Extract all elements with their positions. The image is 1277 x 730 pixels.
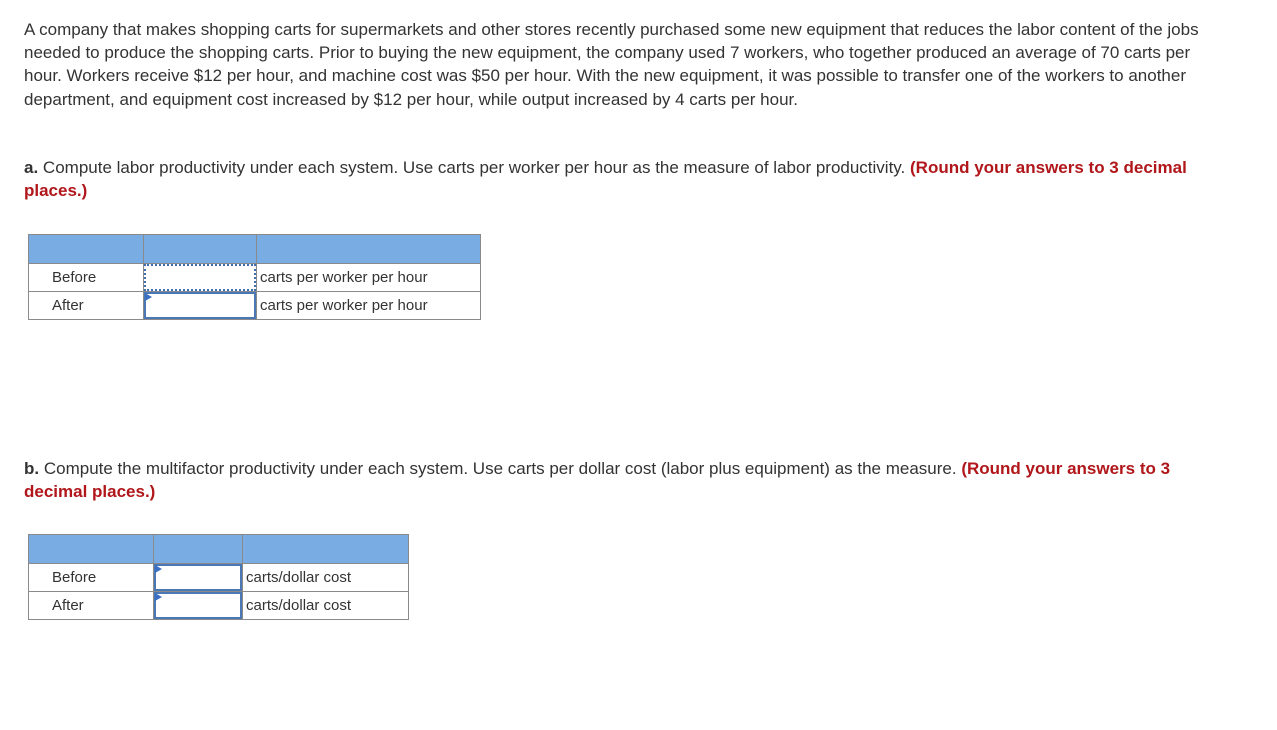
table-row-before: Before carts per worker per hour <box>28 263 481 292</box>
answer-flag-icon <box>155 593 162 601</box>
table-header-row <box>28 234 481 264</box>
question-b-letter: b. <box>24 459 40 478</box>
multifactor-productivity-before-input[interactable] <box>154 564 242 591</box>
header-cell <box>28 234 144 264</box>
multifactor-productivity-table: Before carts/dollar cost After carts/dol… <box>28 534 409 620</box>
row-label: After <box>28 291 144 320</box>
row-label: After <box>28 591 154 620</box>
question-a-letter: a. <box>24 158 39 177</box>
row-label: Before <box>28 263 144 292</box>
problem-statement: A company that makes shopping carts for … <box>24 20 1199 109</box>
header-cell <box>143 234 257 264</box>
table-row-before: Before carts/dollar cost <box>28 563 409 592</box>
answer-flag-icon <box>145 293 152 301</box>
multifactor-productivity-after-input[interactable] <box>154 592 242 619</box>
answer-cell[interactable] <box>153 591 243 620</box>
row-label: Before <box>28 563 154 592</box>
header-cell <box>28 534 154 564</box>
table-row-after: After carts/dollar cost <box>28 591 409 620</box>
unit-label: carts per worker per hour <box>256 291 481 320</box>
answer-cell[interactable] <box>153 563 243 592</box>
labor-productivity-after-input[interactable] <box>144 292 256 319</box>
header-cell <box>242 534 409 564</box>
answer-cell[interactable] <box>143 291 257 320</box>
table-header-row <box>28 534 409 564</box>
question-a-text: Compute labor productivity under each sy… <box>42 158 906 177</box>
question-b: b. Compute the multifactor productivity … <box>24 457 1204 503</box>
question-a: a. Compute labor productivity under each… <box>24 156 1204 202</box>
unit-label: carts per worker per hour <box>256 263 481 292</box>
answer-flag-icon <box>155 565 162 573</box>
labor-productivity-table: Before carts per worker per hour After c… <box>28 234 481 320</box>
header-cell <box>256 234 481 264</box>
answer-cell[interactable] <box>143 263 257 292</box>
unit-label: carts/dollar cost <box>242 591 409 620</box>
table-row-after: After carts per worker per hour <box>28 291 481 320</box>
header-cell <box>153 534 243 564</box>
question-b-text: Compute the multifactor productivity und… <box>43 459 957 478</box>
unit-label: carts/dollar cost <box>242 563 409 592</box>
labor-productivity-before-input[interactable] <box>144 264 256 291</box>
